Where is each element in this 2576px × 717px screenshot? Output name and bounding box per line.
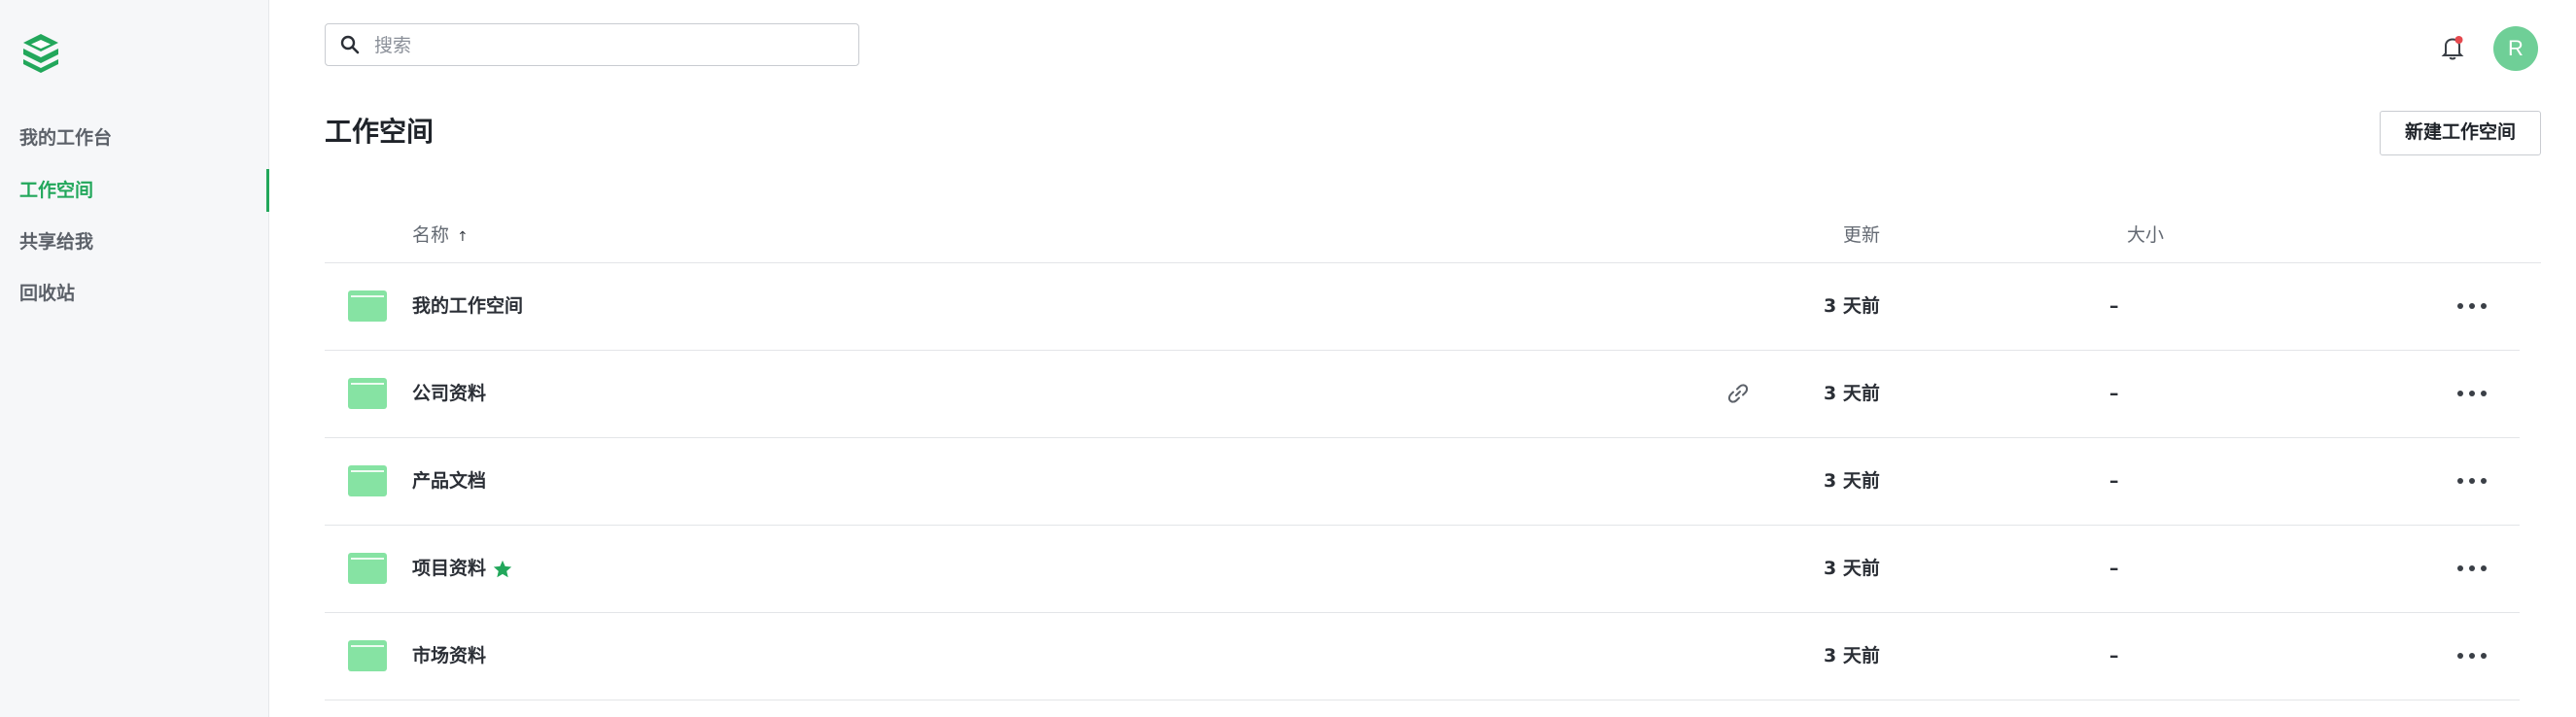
table-row[interactable]: 公司资料 3 天前 – — [325, 351, 2520, 438]
avatar[interactable]: R — [2493, 26, 2538, 71]
row-name[interactable]: 项目资料 — [412, 551, 513, 586]
search-icon — [340, 35, 360, 54]
row-size: – — [2109, 645, 2119, 666]
sort-ascending-icon[interactable]: ↑ — [457, 222, 469, 253]
table-row[interactable]: 我的工作空间 3 天前 – — [325, 263, 2520, 351]
more-icon[interactable] — [2455, 298, 2489, 314]
row-size: – — [2109, 470, 2119, 492]
row-name[interactable]: 我的工作空间 — [412, 289, 523, 324]
sidebar-item-my-desk[interactable]: 我的工作台 — [19, 119, 112, 157]
row-updated: 3 天前 — [1824, 470, 1880, 492]
bell-icon[interactable] — [2438, 33, 2467, 62]
row-size: – — [2109, 295, 2119, 317]
logo-icon[interactable] — [17, 30, 64, 77]
row-name-label: 项目资料 — [412, 558, 487, 579]
folder-icon — [348, 640, 387, 671]
more-icon[interactable] — [2455, 561, 2489, 576]
column-header-name-label: 名称 — [412, 224, 450, 246]
active-indicator — [266, 169, 269, 212]
sidebar: 我的工作台 工作空间 共享给我 回收站 — [0, 0, 269, 717]
more-icon[interactable] — [2455, 386, 2489, 401]
folder-icon — [348, 465, 387, 496]
search-input[interactable] — [372, 29, 843, 62]
row-updated: 3 天前 — [1824, 558, 1880, 579]
row-size: – — [2109, 558, 2119, 579]
sidebar-item-shared-with-me[interactable]: 共享给我 — [19, 222, 93, 261]
row-updated: 3 天前 — [1824, 383, 1880, 404]
table-row[interactable]: 项目资料 3 天前 – — [325, 526, 2520, 613]
column-header-size[interactable]: 大小 — [2127, 220, 2164, 251]
sidebar-item-workspaces[interactable]: 工作空间 — [19, 171, 93, 210]
column-header-updated[interactable]: 更新 — [1843, 220, 1880, 251]
folder-icon — [348, 290, 387, 322]
table-row[interactable]: 市场资料 3 天前 – — [325, 613, 2520, 700]
row-name[interactable]: 公司资料 — [412, 376, 486, 411]
table-row[interactable]: 产品文档 3 天前 – — [325, 438, 2520, 526]
row-name[interactable]: 产品文档 — [412, 463, 486, 498]
link-icon[interactable] — [1726, 382, 1750, 405]
star-icon[interactable] — [492, 559, 513, 580]
row-updated: 3 天前 — [1824, 295, 1880, 317]
folder-icon — [348, 378, 387, 409]
more-icon[interactable] — [2455, 648, 2489, 664]
row-name[interactable]: 市场资料 — [412, 638, 486, 673]
page-title: 工作空间 — [325, 116, 435, 148]
new-workspace-button[interactable]: 新建工作空间 — [2380, 111, 2541, 155]
row-updated: 3 天前 — [1824, 645, 1880, 666]
row-size: – — [2109, 383, 2119, 404]
search-box[interactable] — [325, 23, 859, 66]
sidebar-item-trash[interactable]: 回收站 — [19, 274, 75, 313]
column-header-name[interactable]: 名称 ↑ — [412, 220, 469, 253]
folder-icon — [348, 553, 387, 584]
more-icon[interactable] — [2455, 473, 2489, 489]
notification-dot — [2454, 36, 2463, 44]
